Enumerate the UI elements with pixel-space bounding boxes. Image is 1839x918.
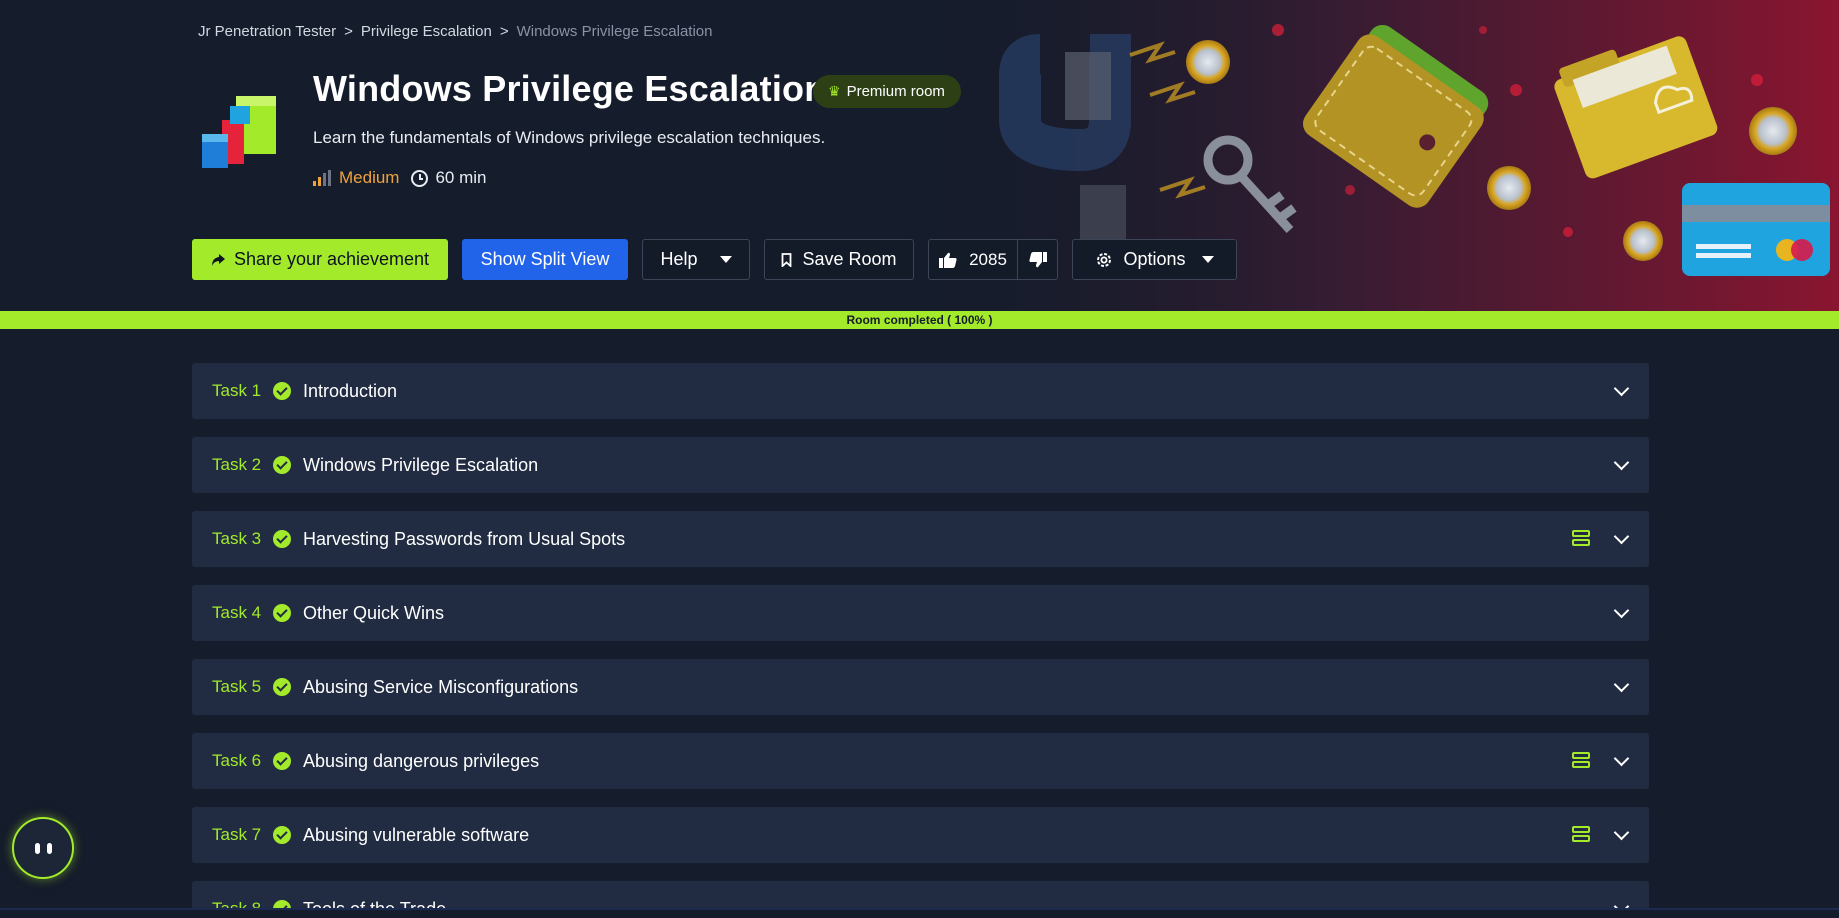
chevron-down-icon — [1613, 824, 1630, 841]
task-title: Introduction — [303, 380, 398, 401]
options-dropdown-button[interactable]: Options — [1072, 239, 1237, 280]
breadcrumb-separator: > — [499, 23, 509, 40]
check-circle-icon — [273, 678, 291, 696]
room-meta: Medium 60 min — [313, 168, 487, 188]
breadcrumb-separator: > — [344, 23, 353, 40]
task-number: Task 6 — [212, 751, 262, 770]
room-actions: Share your achievement Show Split View H… — [192, 239, 1237, 280]
room-header: Jr Penetration Tester > Privilege Escala… — [0, 0, 1839, 311]
help-dropdown-button[interactable]: Help — [642, 239, 750, 280]
server-icon — [1572, 752, 1590, 769]
task-title: Abusing Service Misconfigurations — [303, 676, 579, 697]
save-room-label: Save Room — [802, 249, 897, 269]
clock-icon — [411, 169, 429, 187]
task-number: Task 1 — [212, 381, 262, 400]
chevron-down-icon — [1613, 602, 1630, 619]
check-circle-icon — [273, 456, 291, 474]
downvote-button[interactable] — [1017, 240, 1057, 279]
share-achievement-label: Share your achievement — [233, 249, 430, 269]
ai-assistant-button[interactable] — [12, 817, 74, 879]
chevron-down-icon — [1613, 676, 1630, 693]
task-title: Harvesting Passwords from Usual Spots — [303, 528, 626, 549]
caret-down-icon — [1201, 256, 1214, 263]
task-title: Other Quick Wins — [303, 602, 445, 623]
check-circle-icon — [273, 604, 291, 622]
room-progress-bar: Room completed ( 100% ) — [0, 311, 1839, 329]
duration-label: 60 min — [435, 168, 487, 187]
chevron-down-icon — [1613, 528, 1630, 545]
task-title: Windows Privilege Escalation — [303, 454, 539, 475]
room-description: Learn the fundamentals of Windows privil… — [313, 128, 826, 147]
server-icon — [1572, 530, 1590, 547]
task-number: Task 7 — [212, 825, 262, 844]
task-row[interactable]: Task 4 Other Quick Wins — [192, 585, 1649, 641]
split-view-button[interactable]: Show Split View — [462, 239, 628, 280]
task-row[interactable]: Task 5 Abusing Service Misconfigurations — [192, 659, 1649, 715]
save-room-button[interactable]: Save Room — [764, 239, 914, 280]
breadcrumb: Jr Penetration Tester > Privilege Escala… — [198, 23, 713, 40]
progress-label: Room completed ( 100% ) — [846, 313, 993, 327]
viewport-bottom-edge — [0, 908, 1839, 918]
premium-badge: ♛ Premium room — [813, 75, 961, 108]
options-label: Options — [1123, 249, 1186, 269]
task-list: Task 1 Introduction Task 2 Windows Privi… — [192, 363, 1649, 918]
task-number: Task 4 — [212, 603, 262, 622]
task-title: Abusing dangerous privileges — [303, 750, 540, 771]
chevron-down-icon — [1613, 454, 1630, 471]
share-icon — [211, 253, 225, 266]
thumbs-down-icon — [1028, 251, 1047, 267]
breadcrumb-jr-penetration-tester[interactable]: Jr Penetration Tester — [198, 23, 336, 40]
difficulty-label: Medium — [339, 168, 400, 187]
signal-bars-icon — [313, 170, 331, 186]
share-achievement-button[interactable]: Share your achievement — [192, 239, 448, 280]
assistant-eye-icon — [34, 842, 40, 854]
task-row[interactable]: Task 6 Abusing dangerous privileges — [192, 733, 1649, 789]
task-row[interactable]: Task 7 Abusing vulnerable software — [192, 807, 1649, 863]
like-count: 2085 — [969, 249, 1007, 269]
vote-group: 2085 — [928, 239, 1058, 280]
assistant-eye-icon — [46, 842, 52, 854]
task-row[interactable]: Task 2 Windows Privilege Escalation — [192, 437, 1649, 493]
crown-icon: ♛ — [828, 83, 841, 99]
task-title: Abusing vulnerable software — [303, 824, 530, 845]
room-logo — [202, 96, 276, 168]
task-number: Task 3 — [212, 529, 262, 548]
task-number: Task 5 — [212, 677, 262, 696]
breadcrumb-current: Windows Privilege Escalation — [516, 23, 713, 40]
gear-icon — [1097, 252, 1112, 267]
room-title: Windows Privilege Escalation — [313, 68, 827, 109]
check-circle-icon — [273, 826, 291, 844]
chevron-down-icon — [1613, 380, 1630, 397]
check-circle-icon — [273, 752, 291, 770]
caret-down-icon — [719, 256, 732, 263]
server-icon — [1572, 826, 1590, 843]
help-label: Help — [660, 249, 698, 269]
bookmark-icon — [782, 252, 792, 267]
task-row[interactable]: Task 3 Harvesting Passwords from Usual S… — [192, 511, 1649, 567]
thumbs-up-icon — [939, 252, 957, 268]
task-number: Task 2 — [212, 455, 262, 474]
breadcrumb-privilege-escalation[interactable]: Privilege Escalation — [361, 23, 492, 40]
chevron-down-icon — [1613, 750, 1630, 767]
check-circle-icon — [273, 530, 291, 548]
premium-badge-label: Premium room — [846, 83, 945, 100]
task-row[interactable]: Task 1 Introduction — [192, 363, 1649, 419]
upvote-button[interactable]: 2085 — [929, 240, 1017, 279]
check-circle-icon — [273, 382, 291, 400]
